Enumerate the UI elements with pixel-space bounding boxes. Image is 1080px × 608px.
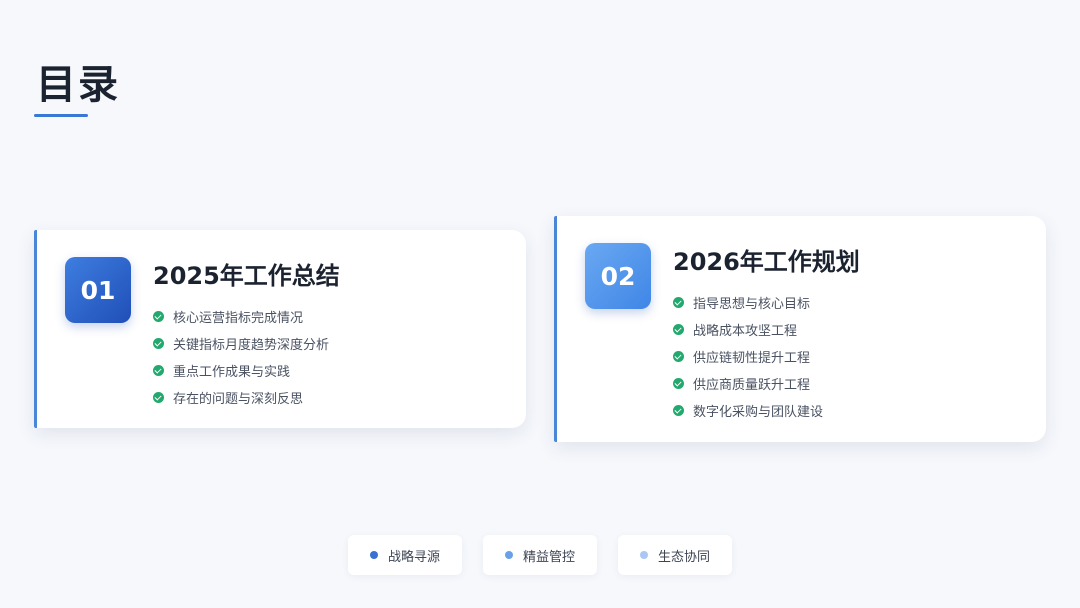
- list-item-label: 指导思想与核心目标: [693, 297, 811, 312]
- list-item: 供应链韧性提升工程: [673, 343, 823, 370]
- list-item: 关键指标月度趋势深度分析: [153, 330, 329, 357]
- check-icon: [673, 378, 684, 389]
- list-item: 供应商质量跃升工程: [673, 370, 823, 397]
- keyword-tags: 战略寻源 精益管控 生态协同: [0, 535, 1080, 575]
- list-item-label: 重点工作成果与实践: [173, 365, 291, 380]
- check-icon: [153, 311, 164, 322]
- check-icon: [153, 392, 164, 403]
- section-title: 2026年工作规划: [673, 248, 860, 276]
- tag-label: 战略寻源: [387, 549, 440, 565]
- list-item: 战略成本攻坚工程: [673, 316, 823, 343]
- section-item-list: 指导思想与核心目标 战略成本攻坚工程 供应链韧性提升工程 供应商质量跃升工程 数…: [673, 289, 823, 424]
- check-icon: [153, 338, 164, 349]
- list-item: 指导思想与核心目标: [673, 289, 823, 316]
- title-underline: [34, 114, 88, 117]
- check-icon: [673, 324, 684, 335]
- list-item: 存在的问题与深刻反思: [153, 384, 329, 411]
- check-icon: [153, 365, 164, 376]
- tag-strategic-sourcing: 战略寻源: [348, 535, 462, 575]
- dot-icon: [369, 551, 378, 559]
- list-item: 数字化采购与团队建设: [673, 397, 823, 424]
- check-icon: [673, 405, 684, 416]
- list-item: 重点工作成果与实践: [153, 357, 329, 384]
- list-item-label: 存在的问题与深刻反思: [173, 392, 304, 407]
- dot-icon: [504, 551, 513, 559]
- tag-label: 精益管控: [522, 549, 575, 565]
- section-card-2026-plan: 02 2026年工作规划 指导思想与核心目标 战略成本攻坚工程 供应链韧性提升工…: [554, 216, 1046, 442]
- dot-icon: [639, 551, 648, 559]
- list-item: 核心运营指标完成情况: [153, 303, 329, 330]
- list-item-label: 供应链韧性提升工程: [693, 351, 811, 366]
- list-item-label: 战略成本攻坚工程: [693, 324, 798, 339]
- list-item-label: 核心运营指标完成情况: [173, 311, 304, 326]
- check-icon: [673, 297, 684, 308]
- slide: 目录 01 2025年工作总结 核心运营指标完成情况 关键指标月度趋势深度分析 …: [0, 0, 1080, 608]
- section-title: 2025年工作总结: [153, 262, 340, 290]
- list-item-label: 数字化采购与团队建设: [693, 405, 824, 420]
- list-item-label: 供应商质量跃升工程: [693, 378, 811, 393]
- page-title: 目录: [36, 62, 120, 108]
- tag-ecosystem-collaboration: 生态协同: [618, 535, 732, 575]
- section-number-badge: 01: [65, 257, 131, 323]
- list-item-label: 关键指标月度趋势深度分析: [173, 338, 330, 353]
- section-number-badge: 02: [585, 243, 651, 309]
- section-item-list: 核心运营指标完成情况 关键指标月度趋势深度分析 重点工作成果与实践 存在的问题与…: [153, 303, 329, 411]
- section-card-2025-summary: 01 2025年工作总结 核心运营指标完成情况 关键指标月度趋势深度分析 重点工…: [34, 230, 526, 428]
- tag-lean-control: 精益管控: [483, 535, 597, 575]
- check-icon: [673, 351, 684, 362]
- tag-label: 生态协同: [657, 549, 710, 565]
